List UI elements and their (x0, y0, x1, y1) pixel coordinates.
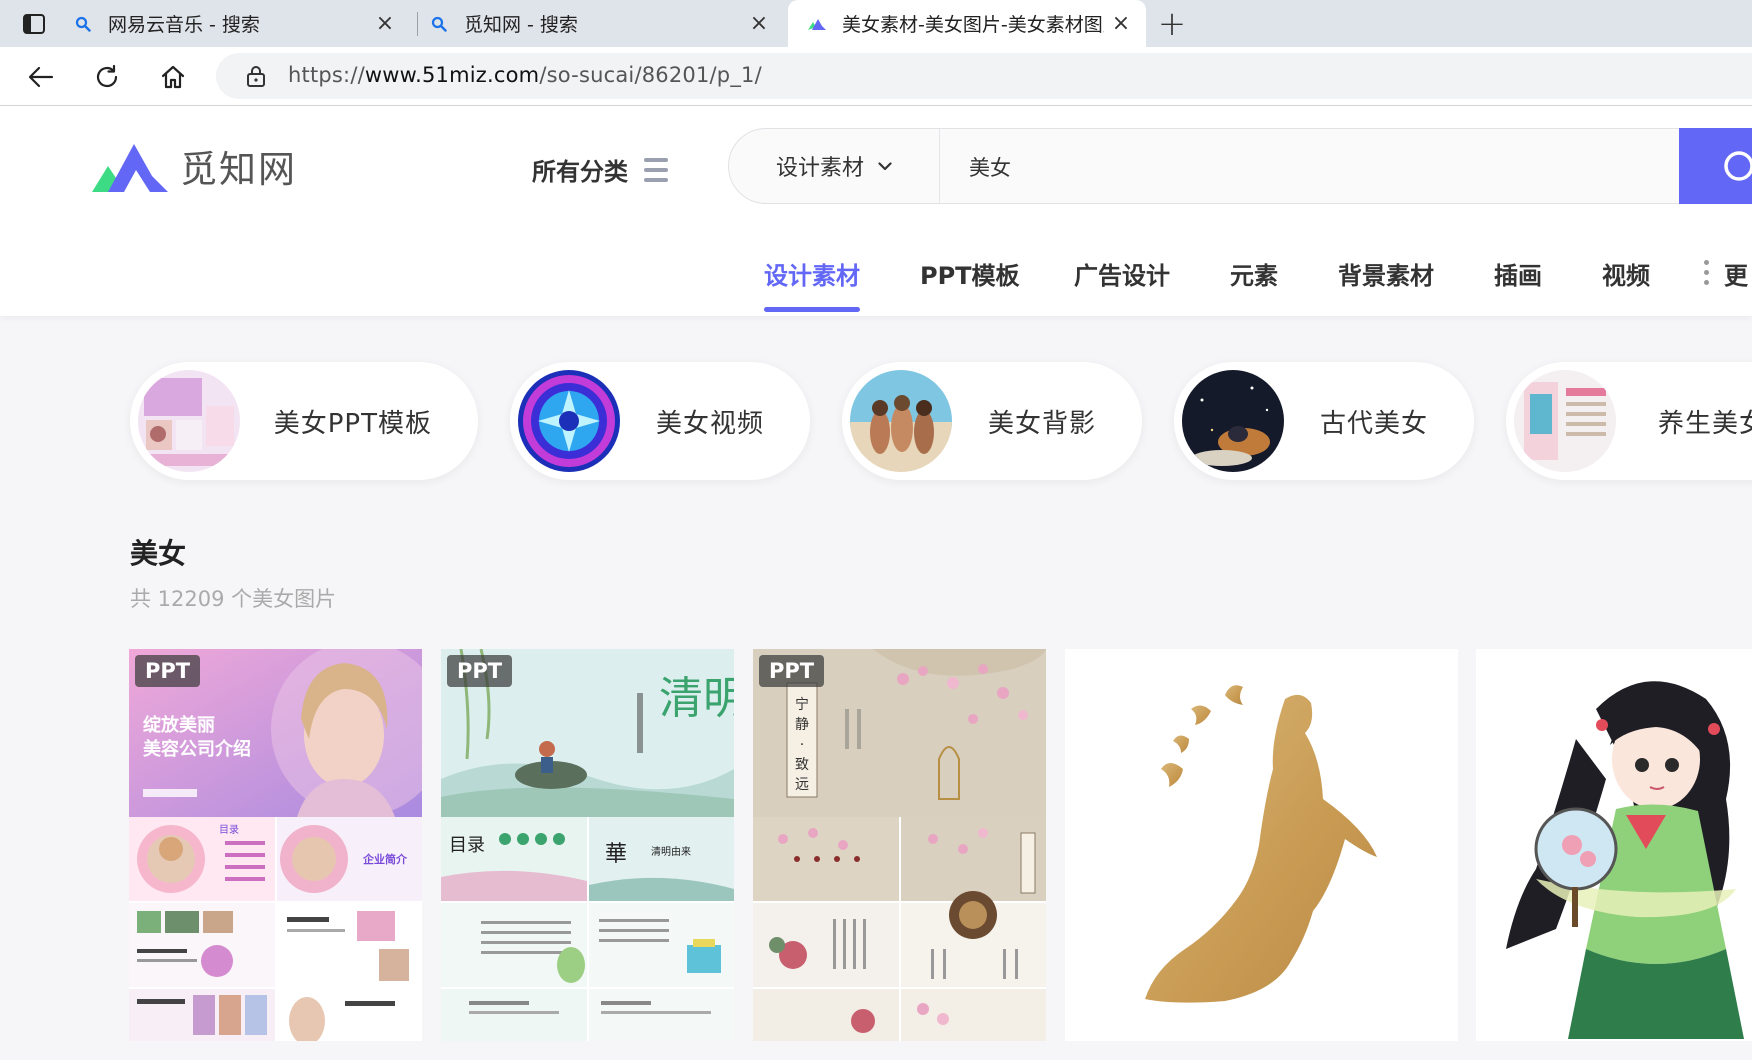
tab-netease-search[interactable]: 网易云音乐 - 搜索 × (72, 0, 418, 47)
card-thumbnail (1065, 649, 1458, 1041)
result-card[interactable]: 绽放美丽 美容公司介绍 目录 企业简介 PPT (129, 649, 422, 1041)
search-input[interactable] (941, 129, 1611, 205)
search-icon (1724, 151, 1752, 181)
tab-51miz-search[interactable]: 觅知网 - 搜索 × (428, 0, 784, 47)
svg-text:華: 華 (605, 842, 627, 867)
new-tab-button[interactable]: + (1156, 4, 1188, 44)
card-thumbnail: 绽放美丽 美容公司介绍 目录 企业简介 (129, 649, 422, 1041)
tag-pill-wellness-beauty[interactable]: 养生美女 (1506, 362, 1752, 480)
home-icon (161, 65, 185, 89)
tab-current-page[interactable]: 美女素材-美女图片-美女素材图片 × (788, 0, 1146, 47)
result-count: 共 12209 个美女图片 (130, 587, 337, 611)
ppt-badge: PPT (135, 655, 201, 687)
card-title-chars: 清明 (659, 673, 734, 724)
reload-icon (96, 64, 118, 88)
menu-icon (644, 157, 668, 182)
result-card[interactable] (1065, 649, 1458, 1041)
url-text[interactable]: https://www.51miz.com/so-sucai/86201/p_1… (288, 63, 762, 87)
url-scheme: https:// (288, 63, 365, 87)
result-card[interactable]: 宁 静 · 致 远 PPT (753, 649, 1046, 1041)
chevron-down-icon (878, 161, 892, 170)
nav-item-ad-design[interactable]: 广告设计 (1074, 256, 1170, 291)
tag-pill-ancient-beauty[interactable]: 古代美女 (1174, 362, 1474, 480)
tag-label: 古代美女 (1319, 408, 1428, 439)
search-icon (72, 16, 94, 32)
card-thumbnail (1476, 649, 1752, 1041)
search-icon (428, 16, 450, 32)
tag-pill-back-view[interactable]: 美女背影 (842, 362, 1142, 480)
back-button[interactable] (24, 60, 58, 94)
url-bar[interactable]: https://www.51miz.com/so-sucai/86201/p_1… (216, 53, 1752, 99)
logo-mark-icon (92, 144, 168, 192)
tab-title: 觅知网 - 搜索 (464, 14, 578, 36)
search-box: 设计素材 (728, 128, 1752, 205)
url-path: /so-sucai/86201/p_1/ (539, 63, 762, 87)
category-nav: 设计素材 PPT模板 广告设计 元素 背景素材 插画 视频 更 (0, 234, 1752, 316)
site-logo-icon (806, 17, 828, 31)
nav-item-illustration[interactable]: 插画 (1494, 256, 1542, 291)
nav-item-video[interactable]: 视频 (1602, 256, 1650, 291)
logo-text: 觅知网 (180, 148, 297, 191)
nav-item-design[interactable]: 设计素材 (764, 256, 860, 291)
close-icon[interactable]: × (748, 11, 770, 36)
nav-item-elements[interactable]: 元素 (1230, 256, 1278, 291)
tag-pill-video[interactable]: 美女视频 (510, 362, 810, 480)
tag-thumbnail (850, 370, 952, 472)
more-dots-icon[interactable] (1704, 260, 1709, 285)
tag-label: 美女PPT模板 (273, 408, 432, 439)
ppt-badge: PPT (759, 655, 825, 687)
svg-text:宁: 宁 (795, 696, 809, 713)
card-chapter: 清明由来 (651, 845, 691, 858)
nav-item-ppt[interactable]: PPT模板 (920, 256, 1020, 291)
card-subline: 美容公司介绍 (143, 738, 251, 760)
tag-thumbnail (1182, 370, 1284, 472)
card-thumbnail: 宁 静 · 致 远 (753, 649, 1046, 1041)
tab-title: 网易云音乐 - 搜索 (108, 14, 260, 36)
address-bar: https://www.51miz.com/so-sucai/86201/p_1… (0, 47, 1752, 106)
nav-item-more[interactable]: 更 (1724, 256, 1748, 291)
svg-text:静: 静 (795, 717, 809, 733)
card-toc: 目录 (219, 824, 239, 836)
all-categories-label: 所有分类 (532, 158, 628, 186)
tab-separator (417, 12, 418, 36)
active-tab-underline (764, 307, 860, 312)
tag-thumbnail (1514, 370, 1616, 472)
card-headline: 绽放美丽 (143, 714, 215, 736)
nav-item-backgrounds[interactable]: 背景素材 (1338, 256, 1434, 291)
all-categories-button[interactable]: 所有分类 (532, 152, 668, 187)
tag-label: 美女背影 (987, 408, 1096, 439)
card-intro: 企业简介 (362, 852, 408, 866)
ppt-badge: PPT (447, 655, 513, 687)
reload-button[interactable] (90, 60, 124, 94)
result-card[interactable] (1476, 649, 1752, 1041)
search-category-label: 设计素材 (775, 156, 864, 181)
lock-icon[interactable] (246, 65, 266, 91)
svg-text:·: · (800, 737, 804, 753)
home-button[interactable] (156, 60, 190, 94)
search-category-select[interactable]: 设计素材 (729, 129, 940, 203)
sidebar-toggle-icon[interactable] (18, 10, 50, 38)
tag-label: 养生美女 (1658, 408, 1752, 439)
card-thumbnail: 清明 目录 華 清明由来 (441, 649, 734, 1041)
tag-thumbnail (138, 370, 240, 472)
arrow-left-icon (28, 66, 54, 88)
close-icon[interactable]: × (1110, 11, 1132, 36)
browser-tab-bar: 网易云音乐 - 搜索 × 觅知网 - 搜索 × 美女素材-美女图片-美女素材图片… (0, 0, 1752, 47)
close-icon[interactable]: × (374, 11, 396, 36)
site-logo[interactable]: 觅知网 (90, 138, 297, 194)
tag-thumbnail (518, 370, 620, 472)
tag-pill-ppt-template[interactable]: 美女PPT模板 (130, 362, 478, 480)
svg-text:致: 致 (795, 757, 809, 773)
search-button[interactable] (1679, 128, 1752, 204)
svg-text:远: 远 (795, 777, 809, 793)
card-toc: 目录 (449, 835, 485, 856)
section-title: 美女 (130, 537, 187, 570)
tab-title: 美女素材-美女图片-美女素材图片 (842, 14, 1104, 36)
tag-label: 美女视频 (655, 408, 764, 439)
url-host: www.51miz.com (364, 63, 540, 87)
site-header: 觅知网 所有分类 设计素材 设计素材 PPT模板 广告设计 元素 背景素材 插画… (0, 106, 1752, 316)
result-card[interactable]: 清明 目录 華 清明由来 PPT (441, 649, 734, 1041)
